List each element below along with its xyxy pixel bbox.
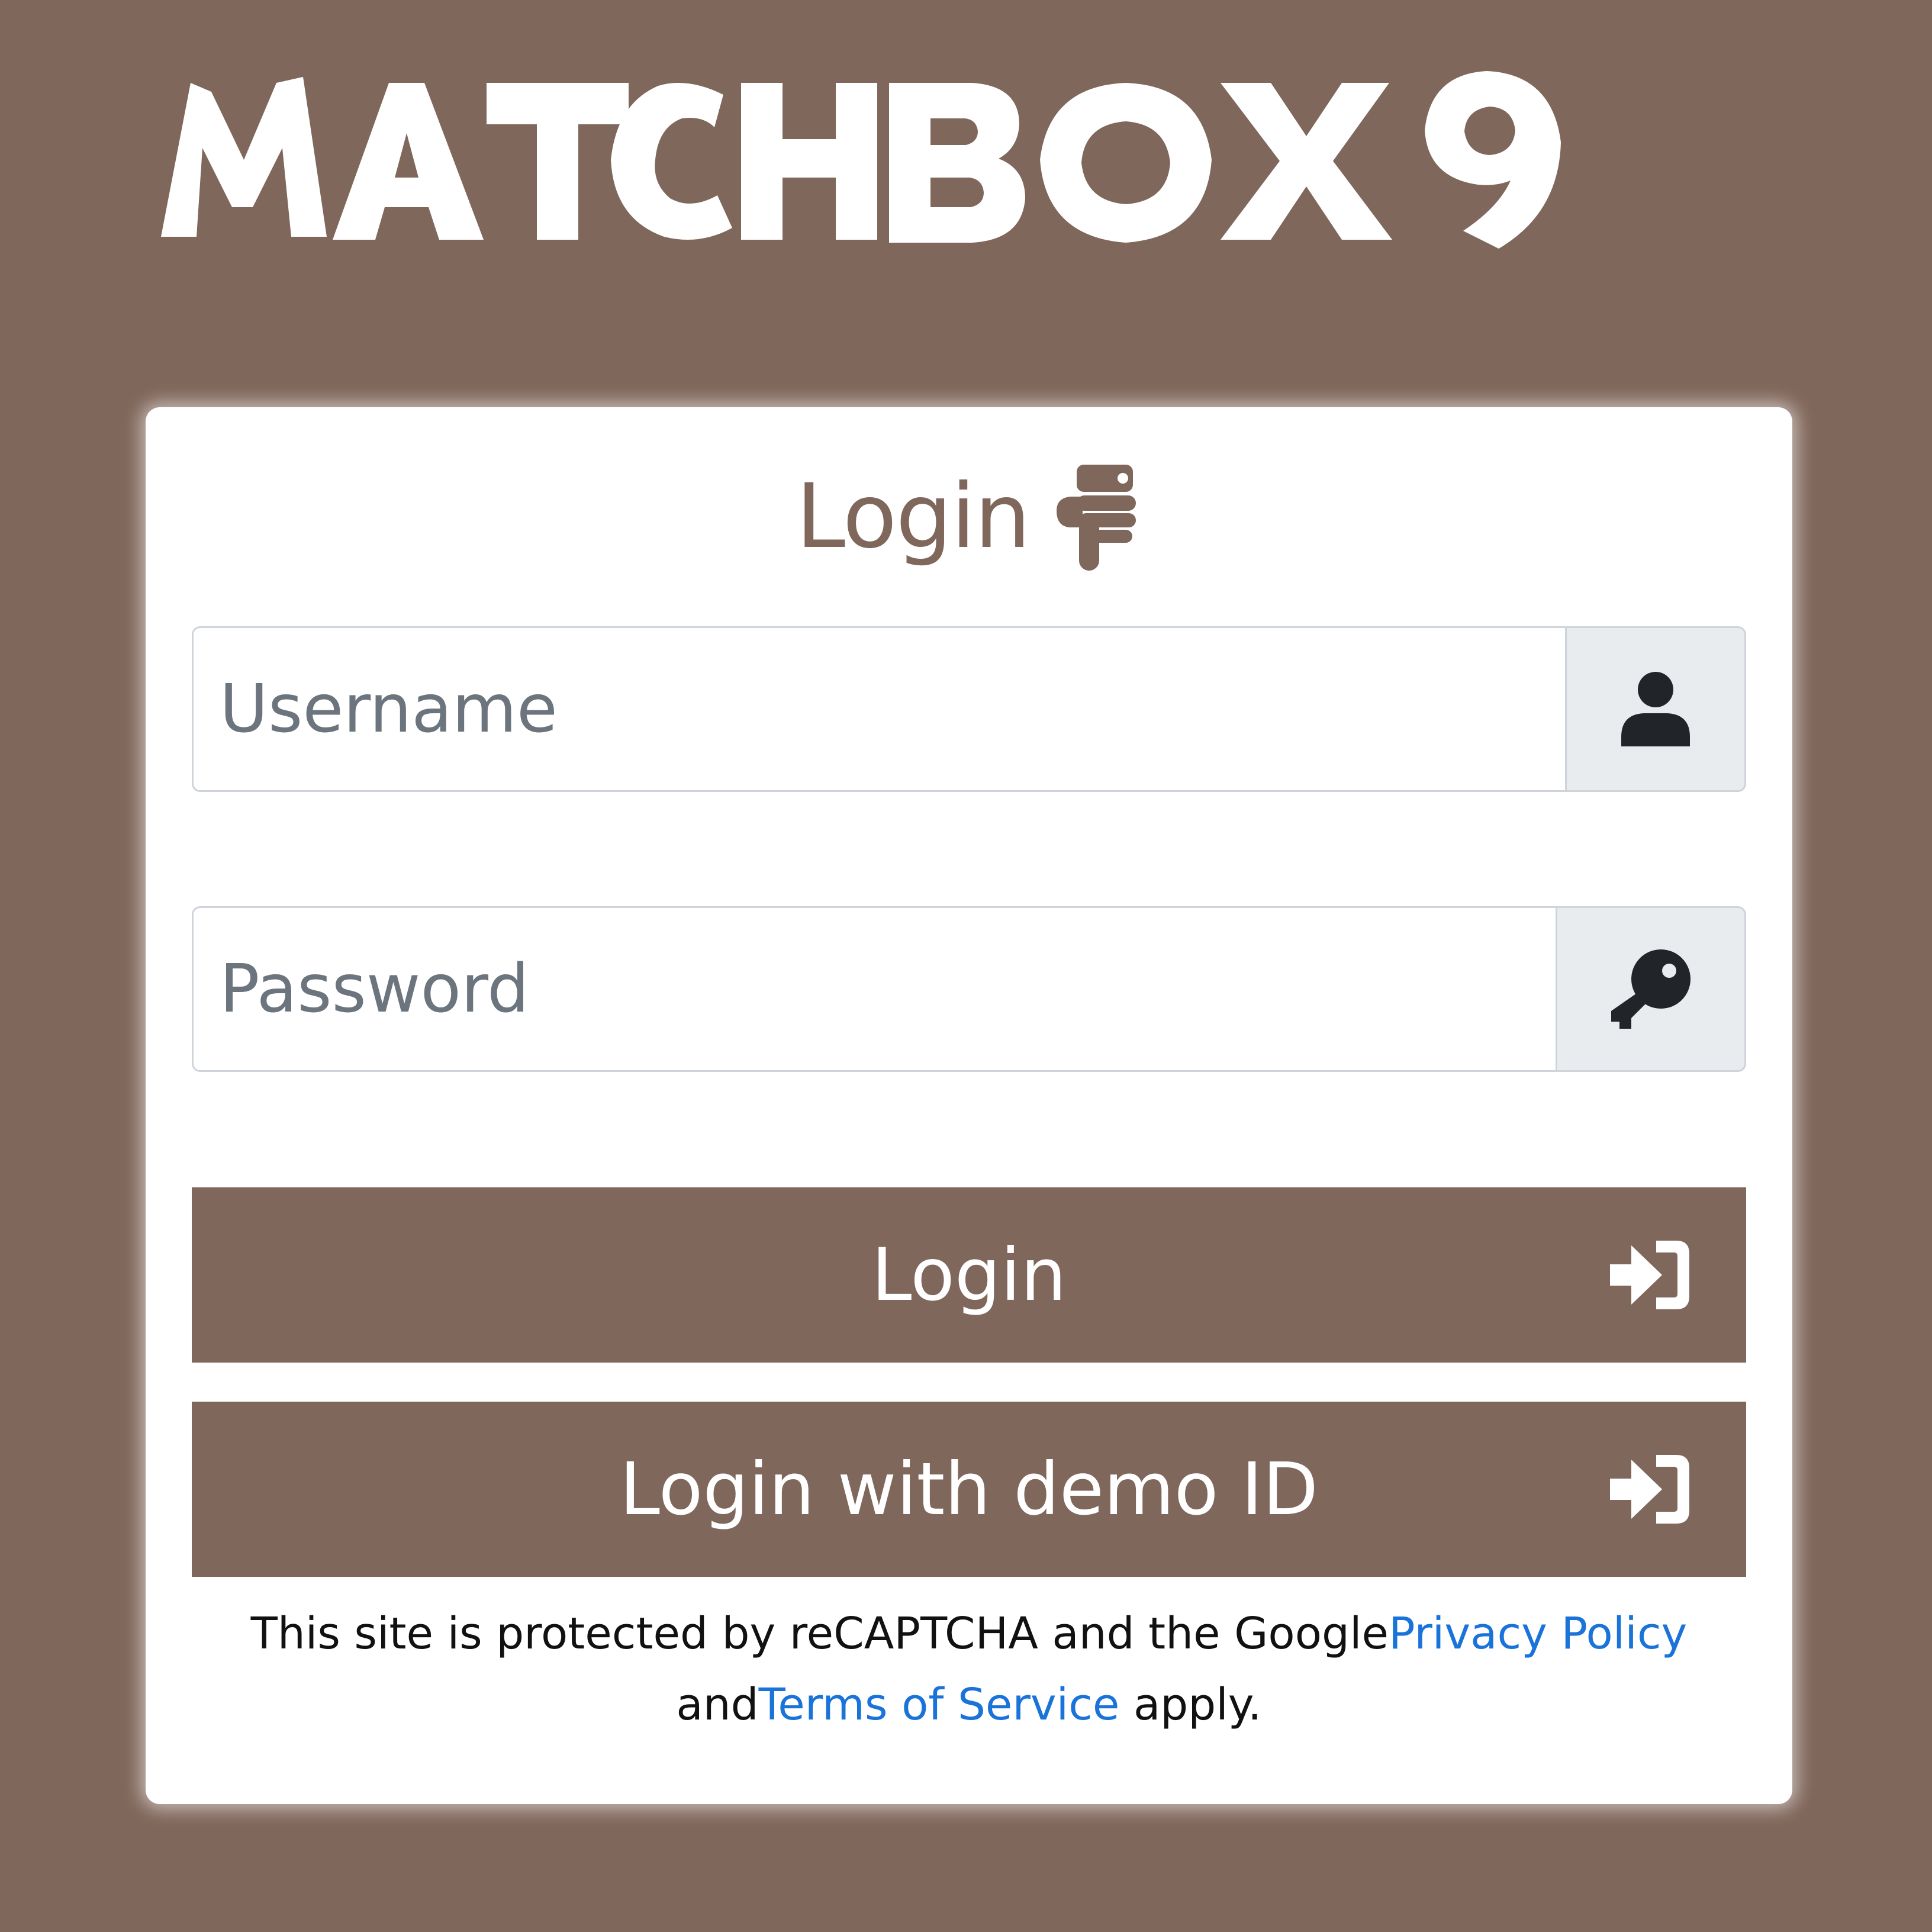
site-logo [0, 41, 1932, 278]
username-group [192, 626, 1746, 792]
password-addon [1556, 906, 1746, 1072]
terms-of-service-link[interactable]: Terms of Service [759, 1679, 1120, 1730]
recaptcha-notice-middle: and [676, 1679, 759, 1730]
login-button[interactable]: Login [192, 1187, 1746, 1363]
hand-point-down-icon [1053, 462, 1142, 572]
demo-login-button[interactable]: Login with demo ID [192, 1402, 1746, 1577]
demo-login-button-label: Login with demo ID [619, 1447, 1319, 1531]
username-input[interactable] [192, 626, 1565, 792]
sign-in-icon [1610, 1241, 1689, 1309]
recaptcha-notice: This site is protected by reCAPTCHA and … [217, 1598, 1721, 1740]
sign-in-icon [1610, 1455, 1689, 1524]
login-card: Login Username Login Login with demo ID … [146, 407, 1792, 1804]
login-heading: Login [146, 461, 1792, 573]
password-input[interactable] [192, 906, 1556, 1072]
privacy-policy-link[interactable]: Privacy Policy [1389, 1608, 1687, 1659]
user-icon [1621, 672, 1690, 746]
login-button-label: Login [871, 1233, 1067, 1317]
key-icon [1611, 949, 1690, 1029]
matchbox9-logo-art [161, 71, 1561, 249]
login-title: Login [796, 465, 1031, 568]
username-addon [1565, 626, 1746, 792]
recaptcha-notice-suffix: apply. [1119, 1679, 1262, 1730]
password-group [192, 906, 1746, 1072]
recaptcha-notice-prefix: This site is protected by reCAPTCHA and … [250, 1608, 1389, 1659]
